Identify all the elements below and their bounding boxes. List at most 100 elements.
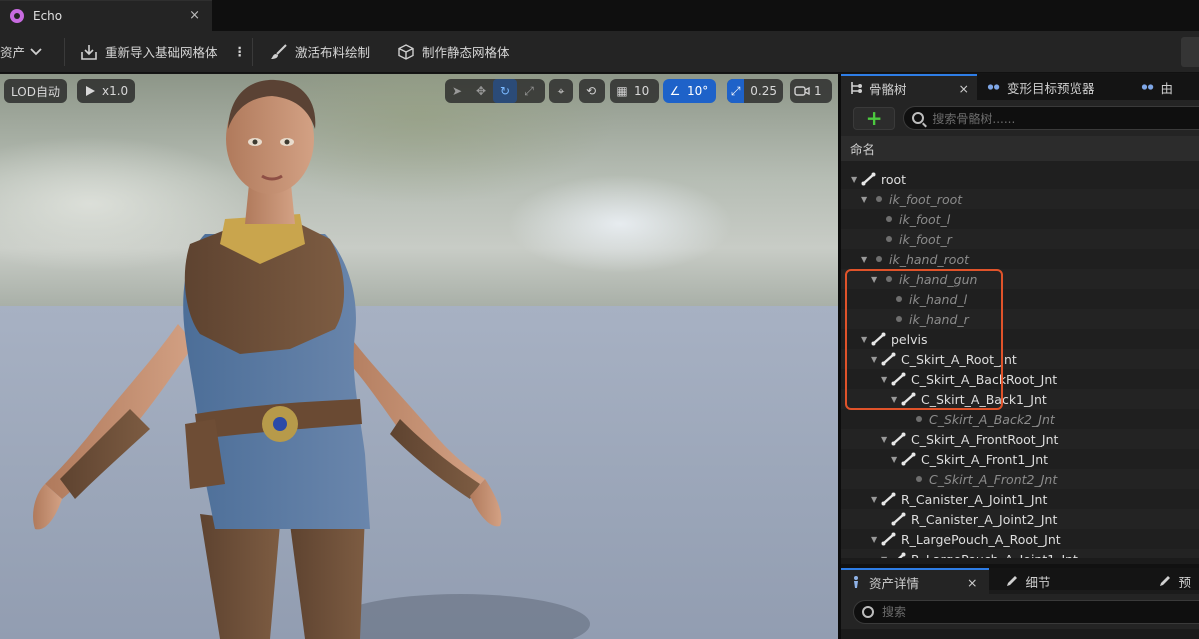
character-model <box>33 79 502 639</box>
bone-row[interactable]: ▼ C_Skirt_A_FrontRoot_Jnt <box>841 429 1199 449</box>
expand-arrow-icon[interactable]: ▼ <box>891 455 901 464</box>
details-search-bar: 搜索 <box>841 594 1199 629</box>
chevron-down-icon <box>30 47 42 55</box>
expand-arrow-icon[interactable]: ▼ <box>861 335 871 344</box>
expand-arrow-icon[interactable]: ▼ <box>861 255 871 264</box>
bone-name: ik_foot_r <box>899 231 952 247</box>
add-bone-button[interactable]: + <box>853 106 896 130</box>
expand-arrow-icon[interactable]: ▼ <box>871 535 881 544</box>
bone-row[interactable]: R_Canister_A_Joint2_Jnt <box>841 509 1199 529</box>
expand-arrow-icon[interactable]: ▼ <box>861 195 871 204</box>
tab-skeleton-tree[interactable]: 骨骼树 × <box>841 74 977 100</box>
morph-target-icon <box>1141 80 1155 94</box>
document-tab-echo[interactable]: Echo × <box>0 0 212 31</box>
bone-row[interactable]: C_Skirt_A_Front2_Jnt <box>841 469 1199 489</box>
preview-viewport[interactable]: LOD自动 x1.0 ➤ ✥ ↻ ⤢ ⌖ ⟲ ▦ 10 ∠ 10° ⤢ 0.25… <box>0 74 838 639</box>
bone-row[interactable]: ▼ root <box>841 169 1199 189</box>
grid-snap-value: 10 <box>634 84 650 98</box>
close-tab-icon[interactable]: × <box>967 575 977 590</box>
virtual-bone-icon <box>886 276 892 282</box>
more-options-button[interactable]: ⋮ <box>228 31 253 73</box>
expand-arrow-icon[interactable]: ▼ <box>851 175 861 184</box>
column-header-name[interactable]: 命名 <box>841 136 1199 161</box>
play-speed-button[interactable]: x1.0 <box>77 79 136 103</box>
bone-row[interactable]: ▼ R_Canister_A_Joint1_Jnt <box>841 489 1199 509</box>
skeleton-search-input[interactable]: 搜索骨骼树...... <box>903 106 1199 130</box>
make-static-mesh-button[interactable]: 制作静态网格体 <box>384 31 520 73</box>
surface-snap-button[interactable]: ⟲ <box>579 79 605 103</box>
translate-mode-icon[interactable]: ✥ <box>469 79 493 103</box>
rotate-mode-icon[interactable]: ↻ <box>493 79 517 103</box>
bone-name: pelvis <box>891 331 928 347</box>
lod-auto-button[interactable]: LOD自动 <box>4 79 67 103</box>
morph-target-icon <box>987 80 1001 94</box>
reimport-base-mesh-button[interactable]: 重新导入基础网格体 <box>65 31 228 73</box>
bone-name: ik_foot_root <box>889 191 963 207</box>
virtual-bone-icon <box>886 236 892 242</box>
rotation-snap-group[interactable]: ∠ 10° <box>663 79 716 103</box>
tab-morph-target-preview[interactable]: 变形目标预览器 <box>979 74 1103 100</box>
bone-row[interactable]: ▼ R_LargePouch_A_Root_Jnt <box>841 529 1199 549</box>
expand-arrow-icon[interactable]: ▼ <box>881 435 891 444</box>
bone-name: ik_foot_l <box>899 211 951 227</box>
bone-name: C_Skirt_A_Front1_Jnt <box>921 451 1049 467</box>
toolbar-overflow-button[interactable] <box>1181 37 1199 67</box>
tab-third-upper[interactable]: 由 <box>1133 74 1182 100</box>
bone-row[interactable]: ▼ C_Skirt_A_BackRoot_Jnt <box>841 369 1199 389</box>
details-search-input[interactable]: 搜索 <box>853 599 1199 624</box>
bone-row[interactable]: ▼ R_LargePouch_A_Joint1_Jnt <box>841 549 1199 558</box>
tab-asset-details[interactable]: 资产详情 × <box>841 568 990 594</box>
make-static-mesh-label: 制作静态网格体 <box>422 45 510 60</box>
pencil-icon <box>1005 574 1019 588</box>
bone-row[interactable]: ▼ ik_foot_root <box>841 189 1199 209</box>
column-header-label: 命名 <box>850 142 876 157</box>
skeleton-tree[interactable]: ▼ root ▼ ik_foot_root ik_foot_l ik_foot_r ▼ ik_… <box>841 161 1199 558</box>
bone-row[interactable]: ik_foot_l <box>841 209 1199 229</box>
bone-row[interactable]: ik_foot_r <box>841 229 1199 249</box>
search-icon <box>912 112 925 124</box>
bone-row[interactable]: ▼ C_Skirt_A_Root_Jnt <box>841 349 1199 369</box>
skeleton-tree-toolbar: + 搜索骨骼树...... <box>841 100 1199 136</box>
surface-snap-icon: ⟲ <box>585 84 597 98</box>
bone-row[interactable]: ▼ pelvis <box>841 329 1199 349</box>
camera-speed-group[interactable]: 1 <box>790 79 832 103</box>
world-space-icon: ⌖ <box>557 83 565 98</box>
expand-arrow-icon[interactable]: ▼ <box>881 555 891 559</box>
bone-row[interactable]: C_Skirt_A_Back2_Jnt <box>841 409 1199 429</box>
bone-row[interactable]: ▼ ik_hand_gun <box>841 269 1199 289</box>
expand-arrow-icon[interactable]: ▼ <box>881 375 891 384</box>
activate-cloth-paint-button[interactable]: 激活布料绘制 <box>253 31 384 73</box>
cloth-paint-label: 激活布料绘制 <box>295 45 371 60</box>
tab-third-lower[interactable]: 预 <box>1150 568 1199 594</box>
scale-mode-icon[interactable]: ⤢ <box>517 79 541 103</box>
close-tab-icon[interactable]: × <box>959 81 969 96</box>
document-tab-bar: Echo × <box>0 0 1199 31</box>
scale-snap-value: 0.25 <box>750 84 777 98</box>
static-mesh-icon <box>396 43 416 61</box>
bone-name: C_Skirt_A_Back1_Jnt <box>921 391 1047 407</box>
expand-arrow-icon[interactable]: ▼ <box>871 495 881 504</box>
bone-row[interactable]: ▼ C_Skirt_A_Front1_Jnt <box>841 449 1199 469</box>
bone-name: root <box>881 171 907 187</box>
grid-snap-group[interactable]: ▦ 10 <box>610 79 659 103</box>
bone-row[interactable]: ik_hand_r <box>841 309 1199 329</box>
asset-menu-button[interactable]: 资产 <box>0 31 52 73</box>
bone-icon <box>891 552 907 558</box>
bone-icon <box>881 352 897 366</box>
expand-arrow-icon[interactable]: ▼ <box>871 355 881 364</box>
tab-details[interactable]: 细节 <box>997 568 1058 594</box>
transform-mode-group: ➤ ✥ ↻ ⤢ <box>445 79 545 103</box>
expand-arrow-icon[interactable]: ▼ <box>891 395 901 404</box>
select-mode-icon[interactable]: ➤ <box>445 79 469 103</box>
expand-arrow-icon[interactable]: ▼ <box>871 275 881 284</box>
bone-row[interactable]: ▼ ik_hand_root <box>841 249 1199 269</box>
tab-asset-details-label: 资产详情 <box>869 575 920 591</box>
bone-row[interactable]: ik_hand_l <box>841 289 1199 309</box>
bone-row[interactable]: ▼ C_Skirt_A_Back1_Jnt <box>841 389 1199 409</box>
coordinate-space-button[interactable]: ⌖ <box>549 79 573 103</box>
bone-name: C_Skirt_A_Back2_Jnt <box>929 411 1055 427</box>
scale-snap-group[interactable]: ⤢ 0.25 <box>727 79 783 103</box>
right-panel: 骨骼树 × 变形目标预览器 由 + 搜索骨骼树...... 命名 ▼ root ▼ i… <box>841 74 1199 639</box>
close-tab-icon[interactable]: × <box>189 8 200 23</box>
skeletal-mesh-asset-icon <box>10 9 24 23</box>
